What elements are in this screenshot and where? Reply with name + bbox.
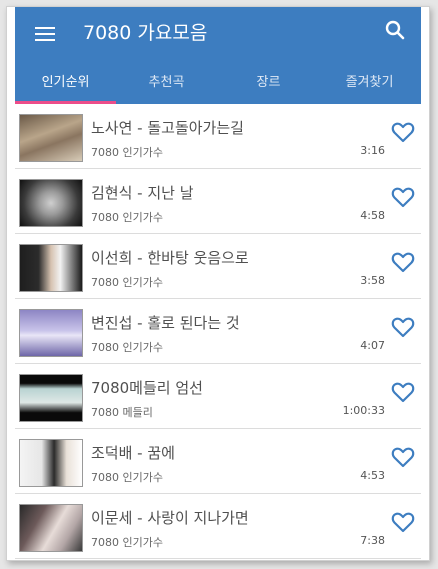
song-duration: 4:58	[360, 209, 385, 222]
song-title: 김현식 - 지난 날	[91, 184, 194, 202]
song-duration: 3:16	[360, 144, 385, 157]
heart-outline-icon[interactable]	[391, 121, 415, 143]
song-thumbnail	[19, 179, 83, 227]
song-thumbnail	[19, 244, 83, 292]
menu-icon[interactable]	[35, 25, 57, 43]
song-thumbnail	[19, 309, 83, 357]
song-title: 이선희 - 한바탕 웃음으로	[91, 249, 249, 267]
tab-recommended[interactable]: 추천곡	[116, 67, 217, 104]
app-bar: 7080 가요모음 인기순위 추천곡 장르 즐겨찾기	[15, 7, 421, 104]
song-title: 노사연 - 돌고돌아가는길	[91, 119, 244, 137]
song-row[interactable]: 노사연 - 돌고돌아가는길 7080 인기가수 3:16	[15, 104, 421, 169]
song-title: 조덕배 - 꿈에	[91, 444, 175, 462]
heart-outline-icon[interactable]	[391, 381, 415, 403]
tab-favorites[interactable]: 즐겨찾기	[319, 67, 420, 104]
song-category: 7080 인기가수	[91, 471, 163, 484]
song-thumbnail	[19, 439, 83, 487]
song-title: 7080메들리 엄선	[91, 379, 203, 397]
song-duration: 3:58	[360, 274, 385, 287]
song-thumbnail	[19, 114, 83, 162]
song-title: 이문세 - 사랑이 지나가면	[91, 509, 249, 527]
song-duration: 1:00:33	[342, 404, 385, 417]
heart-outline-icon[interactable]	[391, 251, 415, 273]
song-row[interactable]: 변진섭 - 홀로 된다는 것 7080 인기가수 4:07	[15, 299, 421, 364]
song-category: 7080 인기가수	[91, 536, 163, 549]
song-category: 7080 인기가수	[91, 146, 163, 159]
song-thumbnail	[19, 374, 83, 422]
heart-outline-icon[interactable]	[391, 446, 415, 468]
heart-outline-icon[interactable]	[391, 186, 415, 208]
song-category: 7080 인기가수	[91, 276, 163, 289]
song-list: 노사연 - 돌고돌아가는길 7080 인기가수 3:16 김현식 - 지난 날 …	[15, 104, 421, 559]
song-category: 7080 인기가수	[91, 341, 163, 354]
song-row[interactable]: 이문세 - 사랑이 지나가면 7080 인기가수 7:38	[15, 494, 421, 559]
song-row[interactable]: 조덕배 - 꿈에 7080 인기가수 4:53	[15, 429, 421, 494]
heart-outline-icon[interactable]	[391, 316, 415, 338]
song-title: 변진섭 - 홀로 된다는 것	[91, 314, 240, 332]
tab-popular[interactable]: 인기순위	[15, 67, 116, 104]
app-window: 7080 가요모음 인기순위 추천곡 장르 즐겨찾기 노사연 - 돌고돌아가는길…	[6, 6, 430, 561]
song-duration: 7:38	[360, 534, 385, 547]
song-category: 7080 인기가수	[91, 211, 163, 224]
song-row[interactable]: 김현식 - 지난 날 7080 인기가수 4:58	[15, 169, 421, 234]
heart-outline-icon[interactable]	[391, 511, 415, 533]
song-duration: 4:07	[360, 339, 385, 352]
song-category: 7080 메들리	[91, 406, 153, 419]
song-row[interactable]: 이선희 - 한바탕 웃음으로 7080 인기가수 3:58	[15, 234, 421, 299]
song-thumbnail	[19, 504, 83, 552]
search-icon[interactable]	[383, 18, 407, 42]
song-row[interactable]: 7080메들리 엄선 7080 메들리 1:00:33	[15, 364, 421, 429]
tab-bar: 인기순위 추천곡 장르 즐겨찾기	[15, 67, 421, 104]
song-duration: 4:53	[360, 469, 385, 482]
app-title: 7080 가요모음	[83, 22, 208, 44]
tab-genre[interactable]: 장르	[218, 67, 319, 104]
